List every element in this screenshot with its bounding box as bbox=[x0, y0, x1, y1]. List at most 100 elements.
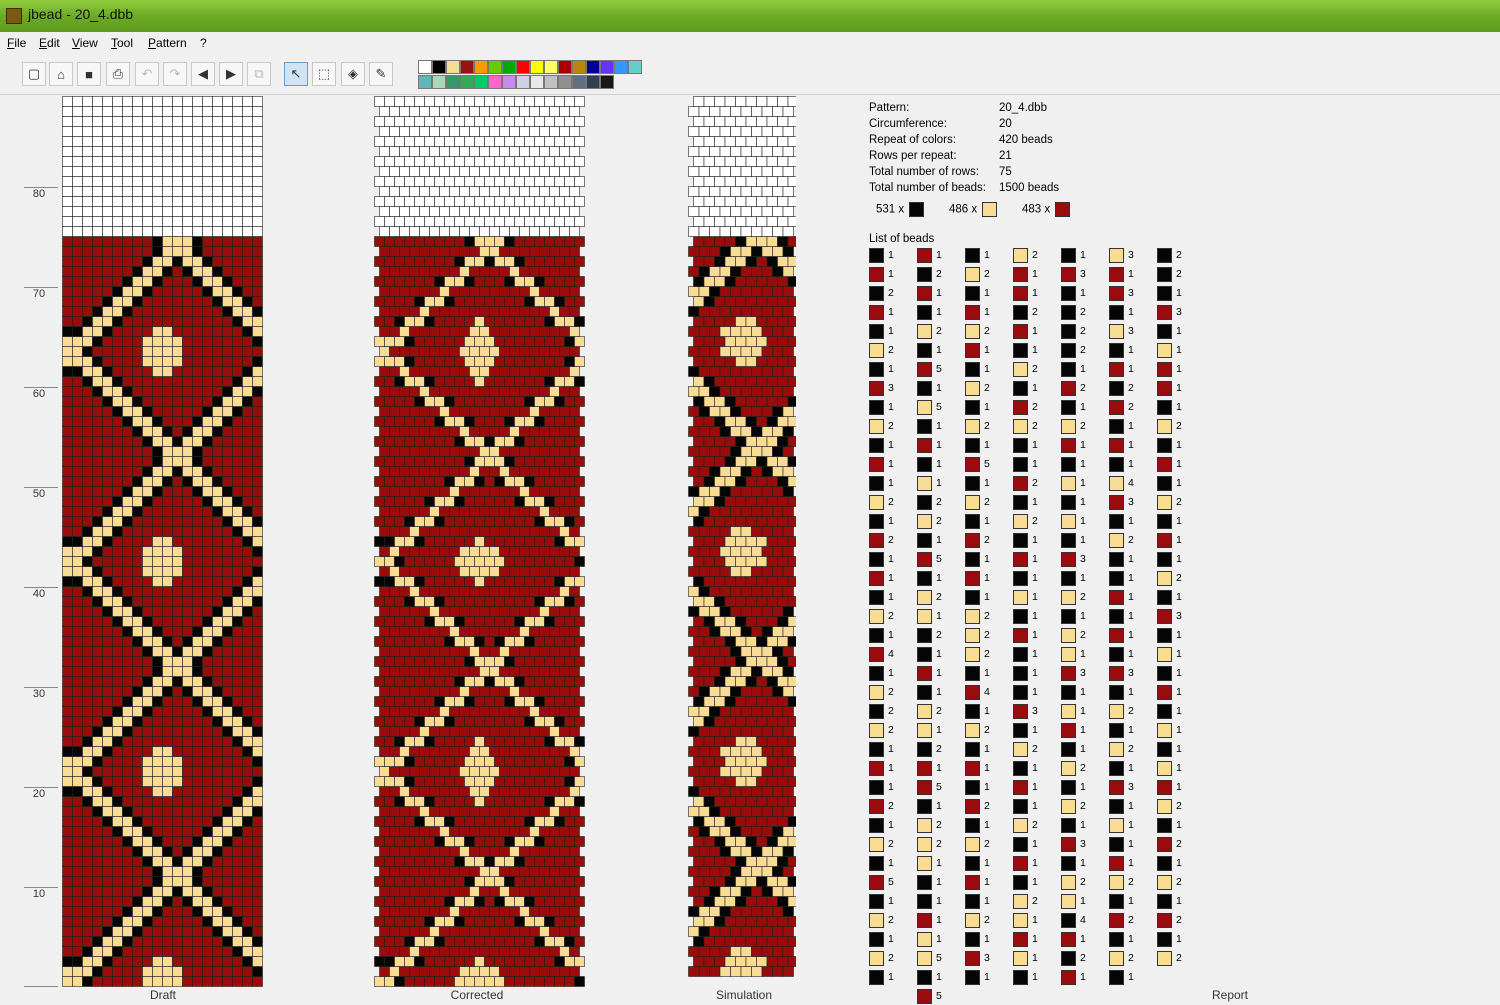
bead[interactable] bbox=[153, 637, 163, 647]
bead[interactable] bbox=[720, 427, 731, 437]
bead[interactable] bbox=[63, 807, 73, 817]
bead[interactable] bbox=[203, 617, 213, 627]
bead[interactable] bbox=[565, 157, 575, 167]
bead[interactable] bbox=[515, 217, 525, 227]
bead[interactable] bbox=[515, 517, 525, 527]
bead[interactable] bbox=[183, 477, 193, 487]
bead[interactable] bbox=[163, 147, 173, 157]
bead[interactable] bbox=[400, 347, 410, 357]
bead[interactable] bbox=[550, 607, 560, 617]
bead[interactable] bbox=[460, 627, 470, 637]
bead[interactable] bbox=[415, 437, 425, 447]
bead[interactable] bbox=[570, 747, 580, 757]
bead[interactable] bbox=[400, 467, 410, 477]
palette-swatch[interactable] bbox=[544, 75, 558, 89]
bead[interactable] bbox=[762, 667, 773, 677]
bead[interactable] bbox=[253, 627, 263, 637]
bead[interactable] bbox=[375, 297, 385, 307]
bead[interactable] bbox=[410, 487, 420, 497]
bead[interactable] bbox=[395, 837, 405, 847]
bead[interactable] bbox=[113, 677, 123, 687]
bead[interactable] bbox=[425, 217, 435, 227]
bead[interactable] bbox=[73, 877, 83, 887]
bead[interactable] bbox=[183, 567, 193, 577]
bead[interactable] bbox=[223, 187, 233, 197]
bead[interactable] bbox=[720, 247, 731, 257]
bead[interactable] bbox=[565, 677, 575, 687]
bead[interactable] bbox=[435, 657, 445, 667]
bead[interactable] bbox=[555, 277, 565, 287]
bead[interactable] bbox=[183, 297, 193, 307]
bead[interactable] bbox=[410, 947, 420, 957]
bead[interactable] bbox=[715, 817, 726, 827]
bead[interactable] bbox=[133, 267, 143, 277]
bead[interactable] bbox=[193, 347, 203, 357]
bead[interactable] bbox=[223, 497, 233, 507]
bead[interactable] bbox=[555, 457, 565, 467]
bead[interactable] bbox=[445, 757, 455, 767]
bead[interactable] bbox=[767, 217, 778, 227]
bead[interactable] bbox=[405, 97, 415, 107]
bead[interactable] bbox=[420, 767, 430, 777]
bead[interactable] bbox=[767, 377, 778, 387]
bead[interactable] bbox=[465, 597, 475, 607]
bead[interactable] bbox=[123, 947, 133, 957]
bead[interactable] bbox=[83, 577, 93, 587]
bead[interactable] bbox=[113, 267, 123, 277]
bead[interactable] bbox=[465, 917, 475, 927]
bead[interactable] bbox=[233, 437, 243, 447]
bead[interactable] bbox=[520, 127, 530, 137]
bead[interactable] bbox=[731, 447, 742, 457]
bead[interactable] bbox=[495, 557, 505, 567]
bead[interactable] bbox=[450, 867, 460, 877]
menu-edit[interactable]: Edit bbox=[39, 36, 60, 50]
bead[interactable] bbox=[520, 247, 530, 257]
bead[interactable] bbox=[525, 857, 535, 867]
bead[interactable] bbox=[550, 747, 560, 757]
bead[interactable] bbox=[475, 477, 485, 487]
bead[interactable] bbox=[223, 167, 233, 177]
bead[interactable] bbox=[560, 807, 570, 817]
bead[interactable] bbox=[465, 677, 475, 687]
bead[interactable] bbox=[83, 707, 93, 717]
bead[interactable] bbox=[213, 97, 223, 107]
bead[interactable] bbox=[430, 287, 440, 297]
bead[interactable] bbox=[465, 937, 475, 947]
bead[interactable] bbox=[530, 667, 540, 677]
bead[interactable] bbox=[530, 507, 540, 517]
bead[interactable] bbox=[213, 377, 223, 387]
bead[interactable] bbox=[767, 877, 778, 887]
bead[interactable] bbox=[778, 857, 789, 867]
bead[interactable] bbox=[505, 217, 515, 227]
bead[interactable] bbox=[699, 447, 710, 457]
bead[interactable] bbox=[525, 577, 535, 587]
bead[interactable] bbox=[73, 137, 83, 147]
bead[interactable] bbox=[465, 637, 475, 647]
bead[interactable] bbox=[694, 877, 705, 887]
bead[interactable] bbox=[694, 537, 705, 547]
bead[interactable] bbox=[73, 377, 83, 387]
bead[interactable] bbox=[410, 167, 420, 177]
bead[interactable] bbox=[788, 477, 796, 487]
bead[interactable] bbox=[757, 917, 768, 927]
bead[interactable] bbox=[213, 777, 223, 787]
bead[interactable] bbox=[455, 177, 465, 187]
bead[interactable] bbox=[746, 397, 757, 407]
bead[interactable] bbox=[450, 167, 460, 177]
bead[interactable] bbox=[520, 647, 530, 657]
bead[interactable] bbox=[233, 197, 243, 207]
palette-swatch[interactable] bbox=[488, 60, 502, 74]
bead[interactable] bbox=[93, 187, 103, 197]
bead[interactable] bbox=[731, 507, 742, 517]
bead[interactable] bbox=[752, 487, 763, 497]
bead[interactable] bbox=[173, 777, 183, 787]
bead[interactable] bbox=[253, 267, 263, 277]
bead[interactable] bbox=[213, 747, 223, 757]
bead[interactable] bbox=[223, 507, 233, 517]
bead[interactable] bbox=[767, 297, 778, 307]
bead[interactable] bbox=[73, 467, 83, 477]
bead[interactable] bbox=[435, 417, 445, 427]
bead[interactable] bbox=[767, 197, 778, 207]
bead[interactable] bbox=[405, 377, 415, 387]
bead[interactable] bbox=[515, 897, 525, 907]
